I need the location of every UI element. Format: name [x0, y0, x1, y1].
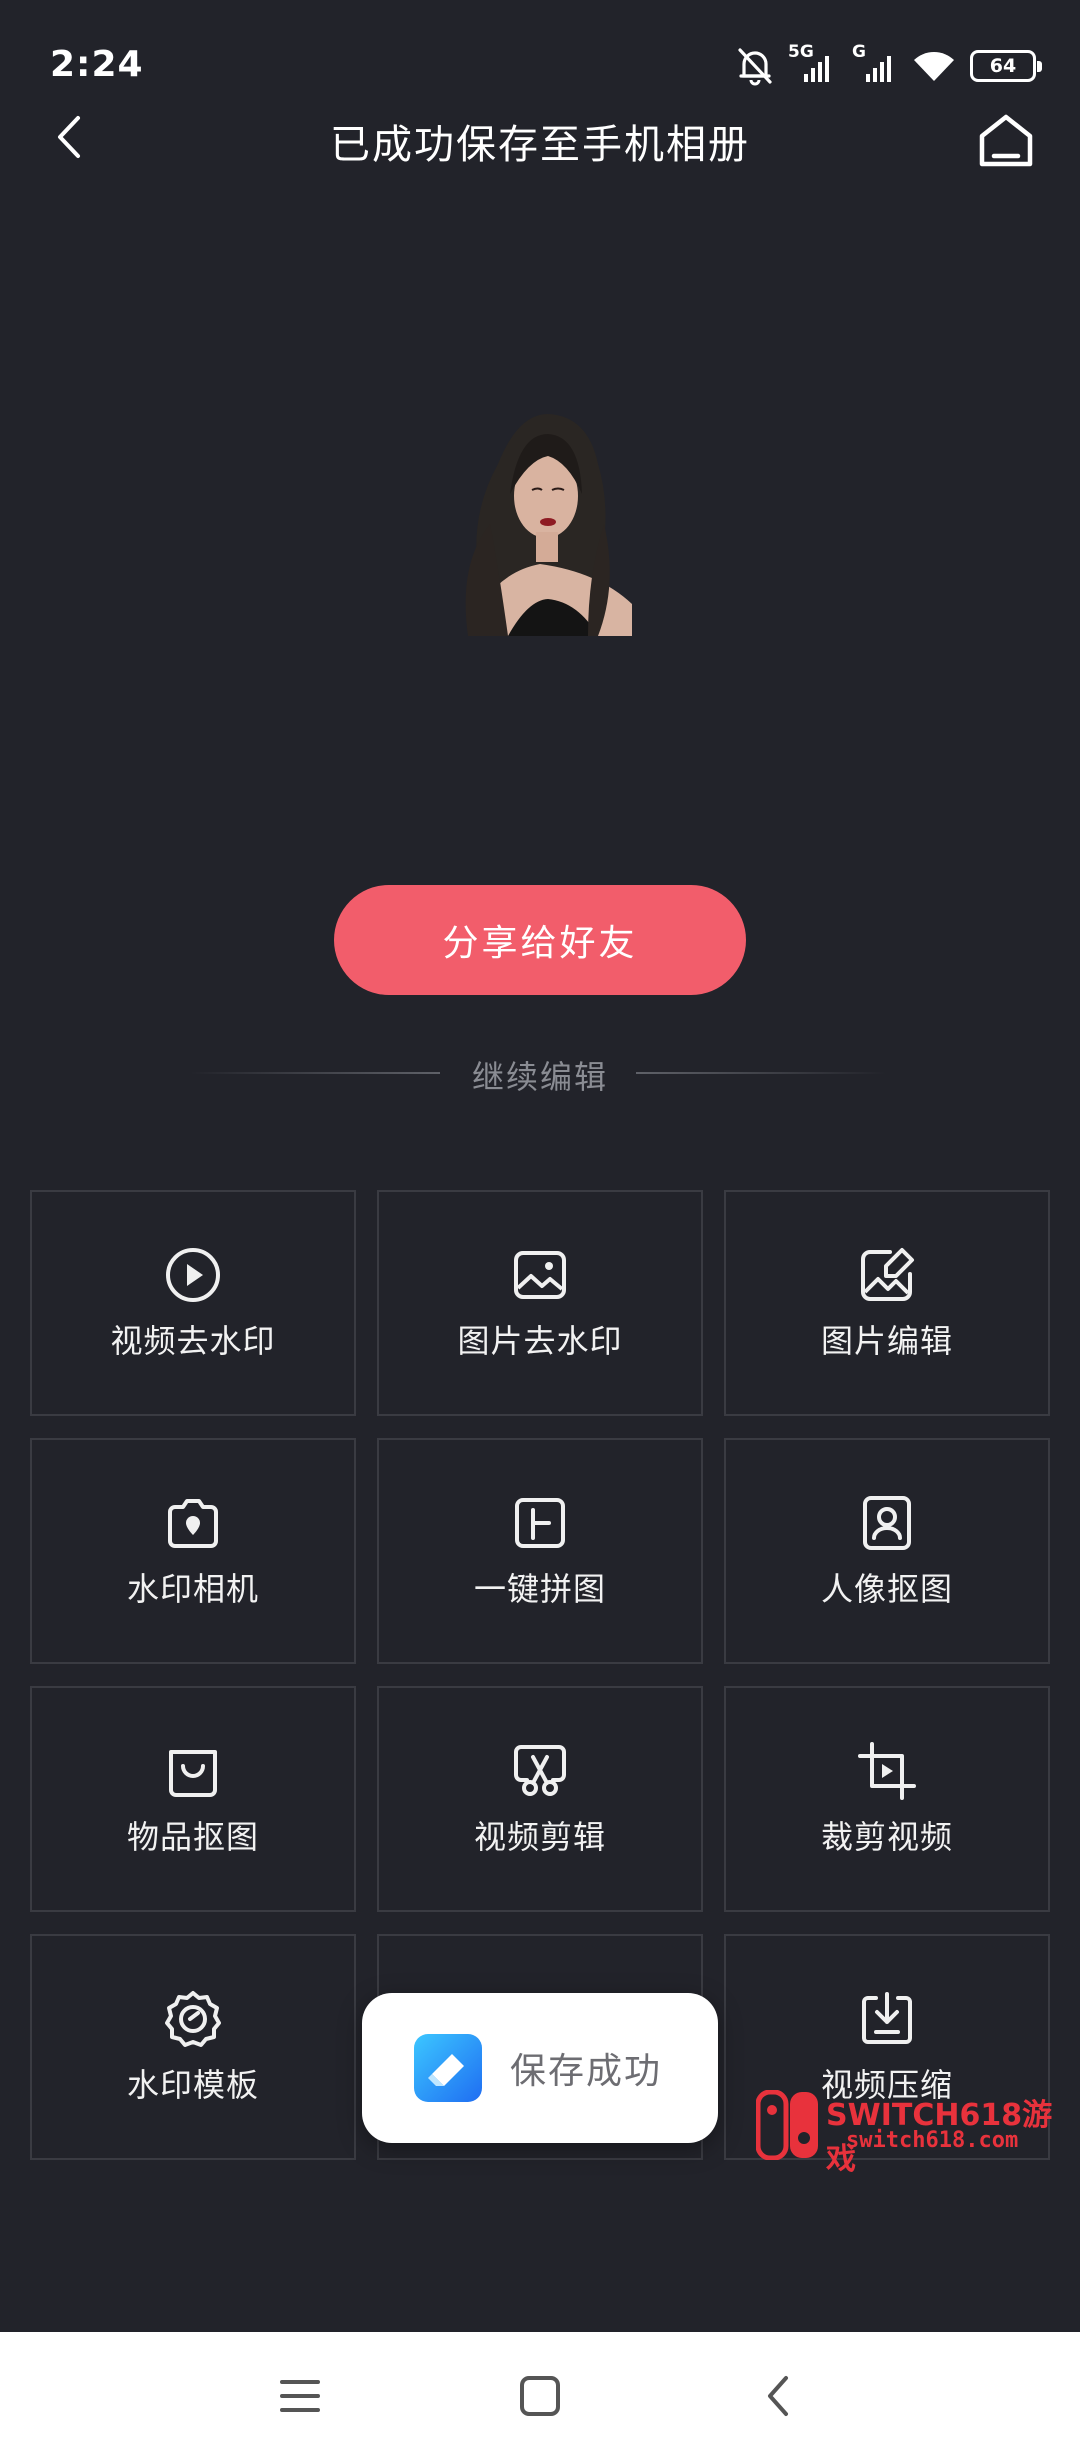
- continue-editing-label: 继续编辑: [471, 1058, 608, 1096]
- share-to-friends-button[interactable]: 分享给好友: [334, 885, 746, 995]
- system-nav-bar: [0, 2332, 1080, 2460]
- tool-label: 裁剪视频: [820, 1818, 953, 1856]
- watermark-line2: switch618.com: [846, 2128, 1019, 2153]
- tool-label: 图片去水印: [457, 1322, 623, 1360]
- site-watermark: SWITCH618游戏 switch618.com: [756, 2090, 1056, 2177]
- tool-image-watermark-remove[interactable]: 图片去水印: [377, 1190, 703, 1416]
- scissors-video-icon: [514, 1745, 566, 1796]
- status-icons: 5G G 64: [736, 42, 1042, 88]
- divider-right: [636, 1072, 886, 1074]
- menu-icon[interactable]: [276, 2372, 324, 2420]
- camera-icon: [168, 1499, 218, 1548]
- tool-label: 一键拼图: [473, 1570, 606, 1608]
- wifi-icon: [914, 52, 954, 81]
- tool-label: 视频去水印: [110, 1322, 276, 1360]
- bag-icon: [169, 1750, 217, 1797]
- tool-label: 水印模板: [126, 2066, 259, 2104]
- tool-collage[interactable]: 一键拼图: [377, 1438, 703, 1664]
- battery-icon: 64: [970, 50, 1042, 82]
- collage-icon: [515, 1498, 565, 1548]
- toast-message: 保存成功: [510, 2051, 663, 2092]
- home-icon[interactable]: [976, 112, 1036, 170]
- tool-image-edit[interactable]: 图片编辑: [724, 1190, 1050, 1416]
- back-icon[interactable]: [756, 2372, 804, 2420]
- status-bar: 2:24 5G G 64: [0, 0, 1080, 130]
- page-title: 已成功保存至手机相册: [330, 122, 750, 168]
- tool-watermark-camera[interactable]: 水印相机: [30, 1438, 356, 1664]
- tool-label: 视频剪辑: [473, 1818, 606, 1856]
- image-edit-icon: [861, 1248, 914, 1301]
- saved-image-thumbnail[interactable]: [448, 404, 632, 636]
- tool-video-editing[interactable]: 视频剪辑: [377, 1686, 703, 1912]
- portrait-icon: [863, 1496, 911, 1550]
- download-box-icon: [862, 1992, 912, 2044]
- status-time: 2:24: [50, 44, 144, 85]
- tool-watermark-template[interactable]: 水印模板: [30, 1934, 356, 2160]
- gear-badge-icon: [165, 1991, 221, 2047]
- tool-object-cutout[interactable]: 物品抠图: [30, 1686, 356, 1912]
- signal-g-icon: G: [850, 42, 898, 86]
- tool-label: 图片编辑: [820, 1322, 953, 1360]
- play-circle-icon: [166, 1248, 220, 1302]
- tool-label: 物品抠图: [126, 1818, 259, 1856]
- image-icon: [514, 1251, 566, 1299]
- signal-5g-icon: 5G: [788, 42, 836, 86]
- tool-portrait-cutout[interactable]: 人像抠图: [724, 1438, 1050, 1664]
- mute-bell-icon: [738, 48, 772, 86]
- save-success-toast: 保存成功: [362, 1993, 718, 2143]
- tool-label: 水印相机: [126, 1570, 259, 1608]
- tool-crop-video[interactable]: 裁剪视频: [724, 1686, 1050, 1912]
- crop-video-icon: [858, 1742, 916, 1800]
- battery-level: 64: [989, 55, 1017, 77]
- tool-video-watermark-remove[interactable]: 视频去水印: [30, 1190, 356, 1416]
- console-logo-icon: [756, 2090, 818, 2160]
- home-square-icon[interactable]: [516, 2372, 564, 2420]
- tool-label: 人像抠图: [820, 1570, 953, 1608]
- app-logo-icon: [414, 2034, 482, 2102]
